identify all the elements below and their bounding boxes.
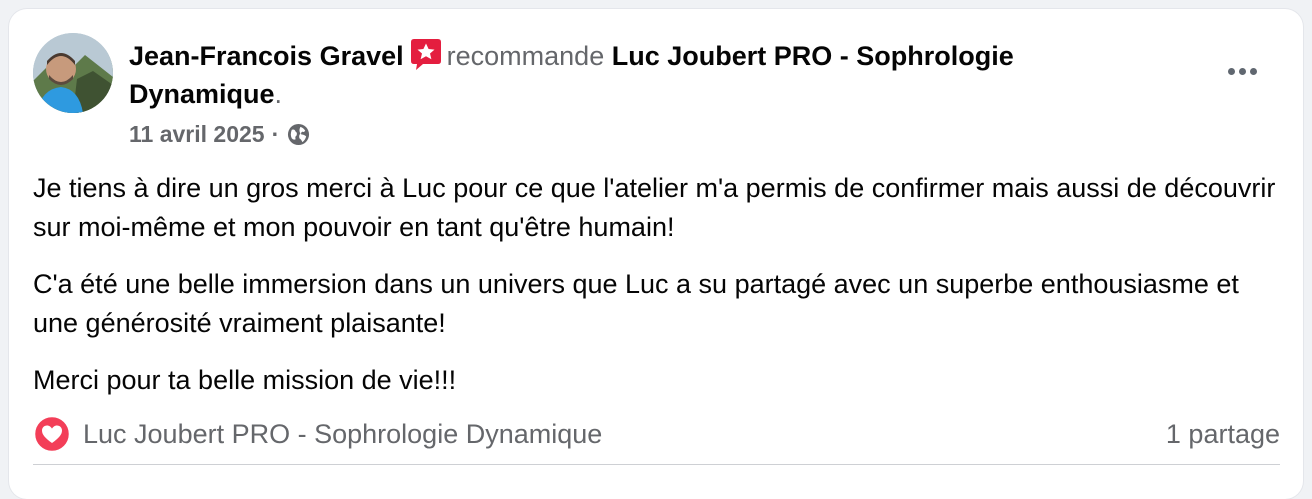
more-options-dot — [1238, 67, 1246, 75]
reaction-by-label: Luc Joubert PRO - Sophrologie Dynamique — [83, 418, 603, 449]
post-paragraph: Je tiens à dire un gros merci à Luc pour… — [33, 173, 1276, 242]
recommend-text: recommande — [446, 41, 605, 71]
globe-icon[interactable] — [287, 123, 310, 146]
reactions-summary[interactable]: Luc Joubert PRO - Sophrologie Dynamique — [33, 415, 602, 453]
author-name[interactable]: Jean-Francois Gravel — [129, 41, 404, 71]
footer-divider — [33, 464, 1280, 465]
love-reaction-icon — [33, 415, 71, 453]
recommend-star-icon — [409, 37, 443, 71]
post-paragraph: C'a été une belle immersion dans un univ… — [33, 269, 1239, 338]
meta-separator: · — [271, 121, 280, 147]
post-footer: Luc Joubert PRO - Sophrologie Dynamique … — [33, 412, 1280, 456]
share-count[interactable]: 1 partage — [1166, 419, 1280, 450]
more-options-button[interactable] — [1219, 51, 1265, 91]
post-paragraph: Merci pour ta belle mission de vie!!! — [33, 365, 457, 395]
more-options-dot — [1227, 67, 1235, 75]
post-meta: 11 avril 2025 · — [129, 117, 310, 151]
post-body: Je tiens à dire un gros merci à Luc pour… — [33, 169, 1283, 418]
post-card: Jean-Francois Gravel recommande Luc Joub… — [9, 9, 1303, 499]
post-date[interactable]: 11 avril 2025 — [129, 117, 265, 151]
avatar-photo — [33, 33, 113, 113]
post-header: Jean-Francois Gravel recommande Luc Joub… — [129, 37, 1129, 113]
more-options-dot — [1249, 67, 1257, 75]
avatar[interactable] — [33, 33, 113, 113]
header-period: . — [274, 79, 283, 109]
